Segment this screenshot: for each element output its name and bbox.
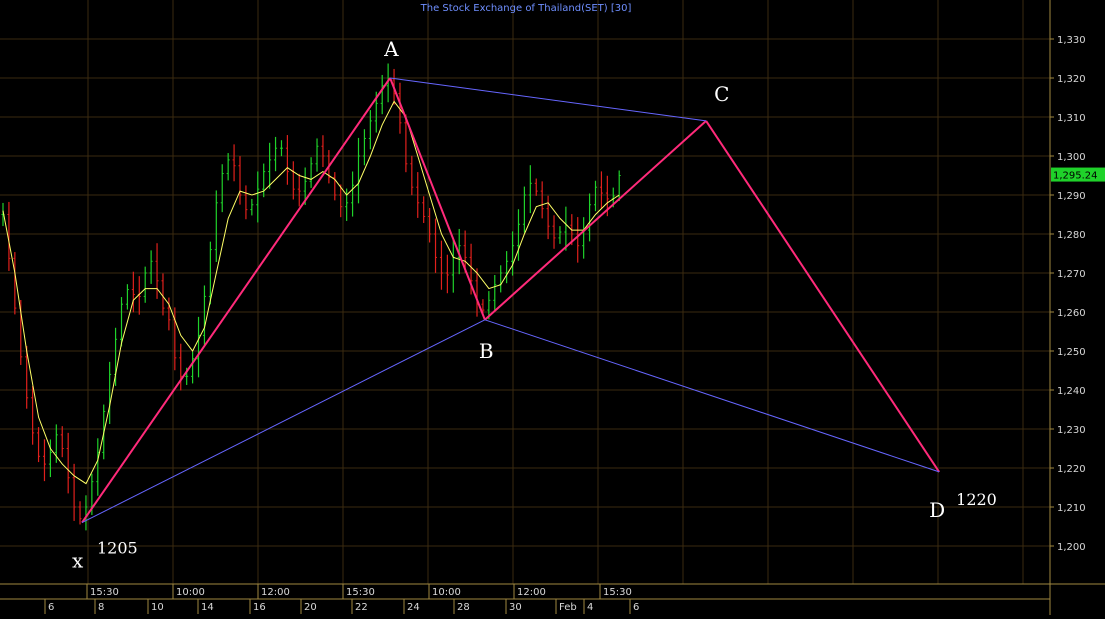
axes: 1,200 1,210 1,220 1,230 1,240 1,250 1,260 1,270… — [0, 0, 1105, 615]
y-tick-label: 1,220 — [1057, 464, 1086, 475]
y-tick-label: 1,240 — [1057, 386, 1086, 397]
pattern-point-d: D — [929, 498, 945, 522]
pattern-point-x: x — [72, 549, 84, 573]
pattern-connector-xb — [81, 319, 486, 524]
time-label: 15:30 — [603, 587, 632, 598]
date-label: 6 — [633, 602, 639, 613]
date-label: 8 — [98, 602, 104, 613]
y-tick-label: 1,270 — [1057, 269, 1086, 280]
date-label: 30 — [509, 602, 522, 613]
y-tick-label: 1,200 — [1057, 542, 1086, 553]
date-label: 28 — [457, 602, 470, 613]
pattern-leg-xa — [81, 77, 391, 524]
pattern-connector-bd — [484, 319, 940, 473]
price-chart: xABCD12051220 1,2001,2101,2201,2301,2401… — [0, 0, 1105, 615]
date-label: Feb — [559, 602, 577, 613]
date-label: 6 — [48, 602, 54, 613]
y-tick-label: 1,330 — [1057, 35, 1086, 46]
date-label: 20 — [304, 602, 317, 613]
pattern-leg-ab — [389, 77, 486, 321]
date-label: 24 — [407, 602, 420, 613]
pattern-leg-cd — [705, 120, 940, 473]
price-bars — [1, 63, 621, 531]
time-label: 12:00 — [261, 587, 290, 598]
y-tick-label: 1,230 — [1057, 425, 1086, 436]
value-label-x: 1205 — [97, 539, 138, 558]
y-tick-label: 1,320 — [1057, 74, 1086, 85]
y-tick-label: 1,250 — [1057, 347, 1086, 358]
pattern-point-b: B — [479, 339, 494, 363]
date-label: 4 — [587, 602, 593, 613]
pattern-point-a: A — [383, 37, 399, 61]
date-label: 10 — [151, 602, 164, 613]
chart-stage: x A B C D 1205 1220 1,200 1,210 1,220 1,230 1,240 1… — [0, 0, 1105, 615]
time-label: 12:00 — [517, 587, 546, 598]
y-tick-label: 1,290 — [1057, 191, 1086, 202]
y-tick-label: 1,300 — [1057, 152, 1086, 163]
date-label: 22 — [355, 602, 368, 613]
date-label: 14 — [201, 602, 214, 613]
time-label: 10:00 — [176, 587, 205, 598]
time-label: 15:30 — [90, 587, 119, 598]
last-price-label: 1,295.24 — [1053, 171, 1098, 182]
pattern-connector-ac — [390, 77, 707, 122]
time-label: 15:30 — [346, 587, 375, 598]
y-tick-label: 1,310 — [1057, 113, 1086, 124]
value-label-d: 1220 — [956, 490, 997, 509]
y-tick-label: 1,280 — [1057, 230, 1086, 241]
date-label: 16 — [253, 602, 266, 613]
chart-title: The Stock Exchange of Thailand(SET) [30] — [420, 3, 632, 14]
y-tick-label: 1,260 — [1057, 308, 1086, 319]
y-tick-label: 1,210 — [1057, 503, 1086, 514]
pattern-point-c: C — [714, 82, 729, 106]
time-label: 10:00 — [432, 587, 461, 598]
